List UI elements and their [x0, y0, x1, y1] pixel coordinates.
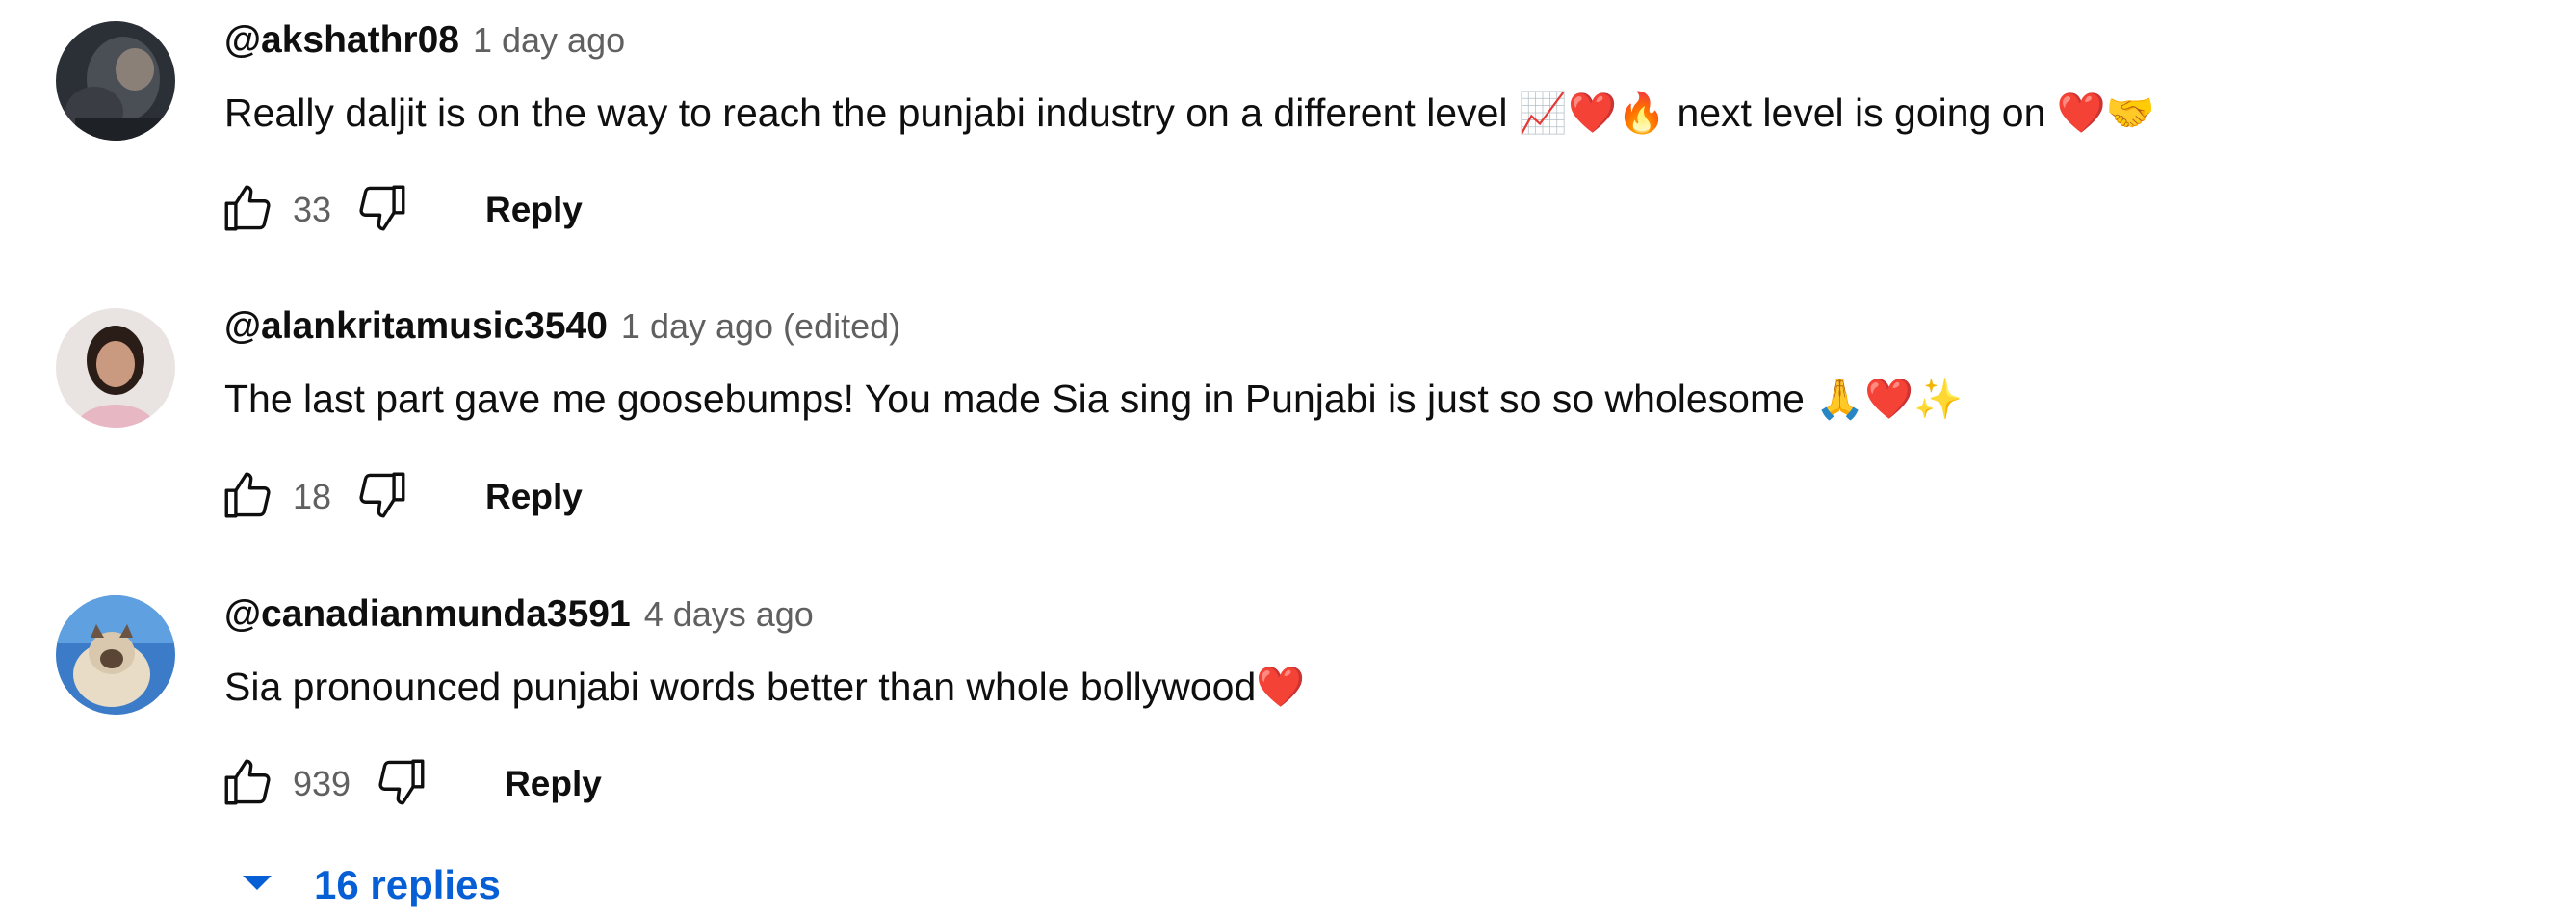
avatar[interactable]	[56, 595, 175, 715]
avatar[interactable]	[56, 21, 175, 141]
comment-timestamp[interactable]: 1 day ago (edited)	[621, 306, 900, 347]
thumbs-down-icon	[374, 754, 429, 815]
comment-timestamp[interactable]: 1 day ago	[473, 20, 625, 61]
comment-text: Really daljit is on the way to reach the…	[224, 91, 2155, 135]
comment-timestamp[interactable]: 4 days ago	[644, 594, 814, 635]
like-count: 939	[293, 764, 351, 803]
comment-actions: 33 Reply	[218, 176, 583, 244]
comment-actions: 18 Reply	[218, 463, 583, 531]
comment-text: The last part gave me goosebumps! You ma…	[224, 377, 1964, 421]
reply-button[interactable]: Reply	[505, 764, 602, 804]
like-button[interactable]	[218, 467, 277, 527]
comment-text: Sia pronounced punjabi words better than…	[224, 665, 1306, 709]
comment-header: @alankritamusic3540 1 day ago (edited)	[224, 305, 900, 348]
dislike-button[interactable]	[352, 467, 412, 527]
dislike-button[interactable]	[372, 754, 431, 814]
caret-down-icon	[241, 874, 273, 898]
like-count: 33	[293, 190, 332, 229]
dislike-button[interactable]	[352, 180, 412, 240]
thumbs-down-icon	[354, 467, 410, 528]
reply-button[interactable]: Reply	[485, 477, 583, 517]
thumbs-up-icon	[220, 754, 275, 815]
thumbs-down-icon	[354, 180, 410, 241]
replies-count-label: 16 replies	[314, 862, 501, 907]
comment-header: @canadianmunda3591 4 days ago	[224, 593, 814, 636]
view-replies-button[interactable]: 16 replies	[241, 854, 501, 916]
comment-author[interactable]: @alankritamusic3540	[224, 305, 608, 348]
comment-author[interactable]: @canadianmunda3591	[224, 593, 631, 636]
like-button[interactable]	[218, 180, 277, 240]
reply-button[interactable]: Reply	[485, 190, 583, 230]
like-button[interactable]	[218, 754, 277, 814]
avatar[interactable]	[56, 308, 175, 428]
comment-actions: 939 Reply	[218, 750, 602, 818]
thumbs-up-icon	[220, 180, 275, 241]
comment-header: @akshathr08 1 day ago	[224, 19, 625, 62]
thumbs-up-icon	[220, 467, 275, 528]
comment-author[interactable]: @akshathr08	[224, 19, 459, 62]
like-count: 18	[293, 477, 332, 516]
